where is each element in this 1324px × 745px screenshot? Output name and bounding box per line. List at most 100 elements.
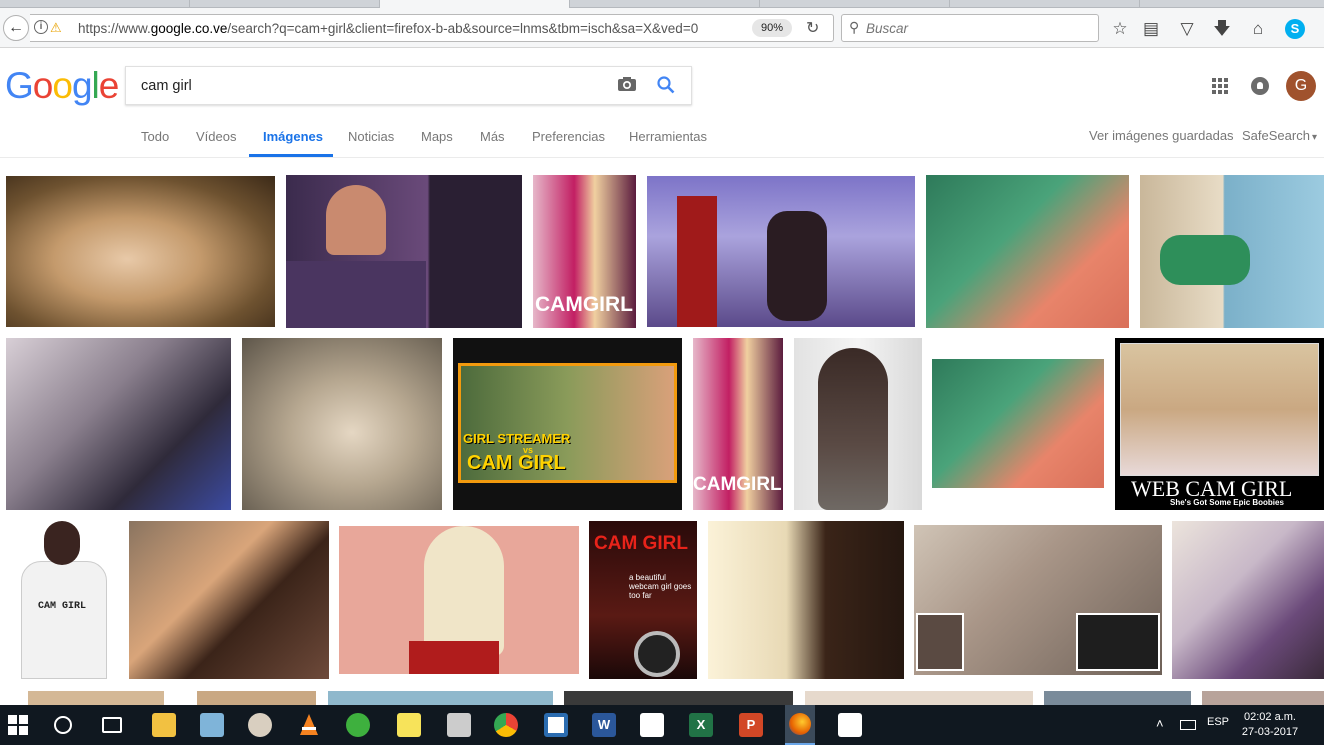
image-result[interactable]: GIRL STREAMER vs CAM GIRL [453,338,682,510]
image-caption: CAM GIRL [38,601,87,612]
image-result[interactable] [1172,521,1324,679]
search-icon: ⚲ [849,19,860,35]
excel-icon[interactable]: X [689,713,713,737]
utorrent-icon[interactable] [346,713,370,737]
image-caption: GIRL STREAMER [463,431,571,446]
firefox-taskbar-button[interactable] [785,705,815,745]
image-result[interactable] [932,359,1104,488]
image-result[interactable]: CAMGIRL [693,338,783,510]
image-result[interactable] [328,691,553,705]
tab-images[interactable]: Imágenes [263,129,323,144]
windows-taskbar: W X P ˄ ESP 02:02 a.m. 27-03-2017 [0,705,1324,745]
powerpoint-icon[interactable]: P [739,713,763,737]
download-icon[interactable]: 🡇 [1212,19,1232,39]
apps-grid-icon[interactable] [1212,78,1228,94]
clock[interactable]: 02:02 a.m. 27-03-2017 [1237,710,1303,740]
image-caption: CAM GIRL [594,533,688,554]
tab-more[interactable]: Más [480,129,505,144]
image-caption: CAMGIRL [693,474,782,495]
image-result[interactable] [286,175,522,328]
google-logo[interactable]: Google [5,65,119,107]
clapper-icon[interactable] [838,713,862,737]
chevron-up-icon[interactable]: ˄ [1156,716,1164,731]
avatar[interactable]: G [1286,71,1316,101]
task-view-icon[interactable] [102,717,122,733]
image-result[interactable] [564,691,793,705]
vlc-icon[interactable] [297,713,321,737]
image-result[interactable]: CAM GIRL a beautiful webcam girl goes to… [589,521,697,679]
tab-videos[interactable]: Vídeos [196,129,236,144]
image-result[interactable] [129,521,329,679]
image-result[interactable] [794,338,922,510]
address-bar[interactable]: i ⚠ https://www.google.co.ve/search?q=ca… [30,14,834,42]
image-result[interactable] [339,526,579,674]
image-result[interactable] [6,176,275,327]
safesearch-dropdown[interactable]: SafeSearch ▾ [1242,128,1317,143]
browser-search-bar[interactable]: ⚲ [841,14,1099,42]
browser-tab[interactable] [0,0,190,8]
saved-images-link[interactable]: Ver imágenes guardadas [1089,128,1234,143]
back-button[interactable]: ← [3,15,29,41]
image-result[interactable] [28,691,164,705]
image-result[interactable] [926,175,1129,328]
image-result[interactable] [242,338,442,510]
tab-preferences[interactable]: Preferencias [532,129,605,144]
battery-icon[interactable] [1180,720,1196,730]
image-caption: a beautiful webcam girl goes too far [629,573,692,600]
active-tab-indicator [249,154,333,157]
language-indicator[interactable]: ESP [1207,716,1229,728]
browser-tab-active[interactable] [380,0,570,8]
image-result[interactable] [805,691,1033,705]
skype-icon[interactable]: S [1285,19,1305,39]
word-icon[interactable]: W [592,713,616,737]
file-explorer-icon[interactable] [152,713,176,737]
image-result[interactable] [914,525,1162,675]
image-result[interactable] [647,176,915,327]
image-result[interactable] [1140,175,1324,328]
pocket-icon[interactable]: ▽ [1177,19,1197,39]
browser-tab[interactable] [570,0,760,8]
image-result[interactable] [708,521,904,679]
navigation-toolbar: ← i ⚠ https://www.google.co.ve/search?q=… [0,8,1324,48]
image-result[interactable] [1202,691,1324,705]
sticky-notes-icon[interactable] [397,713,421,737]
tab-maps[interactable]: Maps [421,129,453,144]
google-search-box[interactable]: cam girl [125,66,692,105]
app-icon[interactable] [200,713,224,737]
zoom-level[interactable]: 90% [752,19,792,37]
browser-tab[interactable] [190,0,380,8]
reading-list-icon[interactable]: ▤ [1141,19,1161,39]
image-result[interactable] [6,338,231,510]
search-query-text[interactable]: cam girl [141,78,192,94]
image-result[interactable]: CAM GIRL [6,521,118,679]
image-caption: CAM GIRL [467,452,566,474]
start-icon[interactable] [8,715,28,735]
window-icon[interactable] [544,713,568,737]
browser-tab[interactable] [950,0,1140,8]
cortana-icon[interactable] [54,716,72,734]
browser-tab[interactable] [760,0,950,8]
home-icon[interactable]: ⌂ [1248,19,1268,39]
info-icon[interactable]: i [34,20,48,34]
calculator-icon[interactable] [447,713,471,737]
search-icon[interactable] [656,75,676,95]
bookmark-star-icon[interactable]: ☆ [1110,19,1130,39]
image-result[interactable]: CAMGIRL [533,175,636,328]
store-icon[interactable] [640,713,664,737]
image-caption: CAMGIRL [535,293,633,316]
tab-strip [0,0,1324,8]
tab-tools[interactable]: Herramientas [629,129,707,144]
paint-icon[interactable] [248,713,272,737]
image-result[interactable] [197,691,316,705]
browser-search-input[interactable] [866,19,1086,37]
lock-warning-icon[interactable]: ⚠ [50,20,62,36]
reload-icon[interactable]: ↻ [806,18,819,38]
notifications-icon[interactable] [1251,77,1269,95]
tab-all[interactable]: Todo [141,129,169,144]
image-result[interactable] [1044,691,1191,705]
chrome-icon[interactable] [494,713,518,737]
tab-news[interactable]: Noticias [348,129,394,144]
image-result[interactable]: WEB CAM GIRL She's Got Some Epic Boobies [1115,338,1324,510]
camera-icon[interactable] [617,76,637,92]
url-text[interactable]: https://www.google.co.ve/search?q=cam+gi… [78,21,768,36]
